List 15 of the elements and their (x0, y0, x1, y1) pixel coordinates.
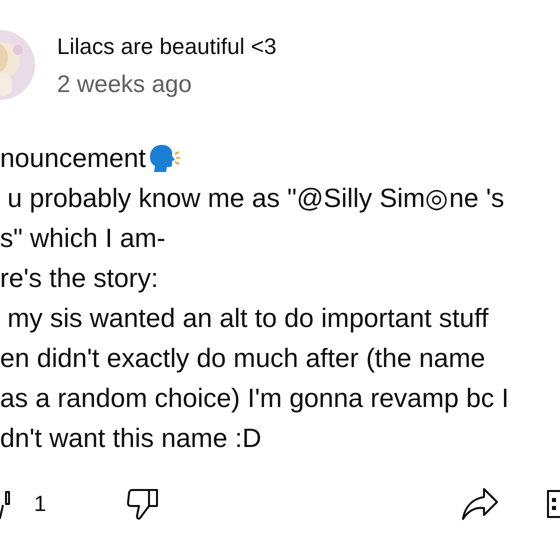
like-button[interactable]: 1 (0, 488, 46, 520)
comment-text-line: en didn't exactly do much after (the name (0, 342, 486, 375)
comment-text-line: my sis wanted an alt to do important stuff (6, 302, 489, 335)
author-name[interactable]: Lilacs are beautiful <3 (57, 33, 277, 61)
list-icon (546, 489, 560, 519)
comment-text-line: s" which I am- (0, 222, 166, 255)
comment-text-line: u probably know me as "@Silly Sim◎ne 's (6, 182, 504, 215)
comment-text-line: as a random choice) I'm gonna revamp bc I (0, 382, 509, 415)
comment-time: 2 weeks ago (57, 71, 193, 99)
comment-text-line: re's the story: (0, 262, 158, 295)
save-button[interactable] (546, 489, 560, 519)
comment-text-line: nouncement (0, 142, 146, 175)
comment-text-line: dn't want this name :D (0, 422, 262, 455)
share-button[interactable] (461, 487, 499, 521)
share-icon (461, 487, 499, 521)
